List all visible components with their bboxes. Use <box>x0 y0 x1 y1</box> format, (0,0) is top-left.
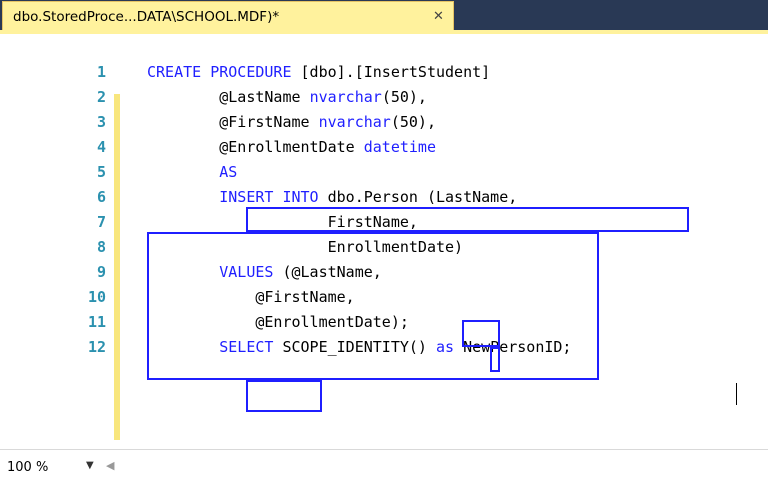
sql-keyword: AS <box>219 163 238 181</box>
line-number: 11 <box>87 313 106 331</box>
line-number: 8 <box>96 238 106 256</box>
line-number: 3 <box>96 113 106 131</box>
line-number: 10 <box>87 288 106 306</box>
line-number: 12 <box>87 338 106 356</box>
code-token: [dbo].[InsertStudent] <box>291 63 491 81</box>
highlight-select-keyword <box>246 380 322 412</box>
code-line[interactable]: AS <box>147 160 237 185</box>
line-number: 2 <box>96 88 106 106</box>
highlight-close-paren <box>490 347 500 372</box>
line-number: 6 <box>96 188 106 206</box>
change-tracking-bar <box>114 94 120 440</box>
document-tab[interactable]: dbo.StoredProce...DATA\SCHOOL.MDF)* ✕ <box>2 1 454 30</box>
sql-keyword: nvarchar <box>309 88 382 106</box>
code-token: @LastName <box>147 88 310 106</box>
code-line[interactable]: @EnrollmentDate datetime <box>147 135 436 160</box>
code-token: @FirstName <box>147 113 319 131</box>
code-token: dbo.Person (LastName, <box>318 188 518 206</box>
tab-title: dbo.StoredProce...DATA\SCHOOL.MDF)* <box>13 9 280 25</box>
highlight-values-mid <box>462 320 500 347</box>
editor-status-bar: 100 % ▼ ◀ <box>0 449 768 485</box>
sql-keyword: CREATE PROCEDURE <box>147 63 292 81</box>
scroll-left-icon[interactable]: ◀ <box>106 459 114 472</box>
highlight-insert-values-region <box>147 232 599 380</box>
line-number: 5 <box>96 163 106 181</box>
line-number: 7 <box>96 213 106 231</box>
code-line[interactable]: @LastName nvarchar(50), <box>147 85 427 110</box>
line-number: 9 <box>96 263 106 281</box>
code-token: (50), <box>381 88 427 106</box>
document-tab-strip: dbo.StoredProce...DATA\SCHOOL.MDF)* ✕ <box>0 0 768 30</box>
sql-keyword: INSERT INTO <box>219 188 319 206</box>
editor-window: dbo.StoredProce...DATA\SCHOOL.MDF)* ✕ 12… <box>0 0 768 485</box>
code-token: (50), <box>390 113 436 131</box>
close-icon[interactable]: ✕ <box>433 9 444 24</box>
line-number: 4 <box>96 138 106 156</box>
highlight-insert-column-list <box>246 207 689 232</box>
code-line[interactable]: @FirstName nvarchar(50), <box>147 110 436 135</box>
line-number: 1 <box>96 63 106 81</box>
code-editor[interactable]: 1 2 3 4 5 6 7 8 9 10 11 12 CREATE PROCEDURE [dbo].[… <box>0 34 768 449</box>
chevron-down-icon[interactable]: ▼ <box>86 460 94 471</box>
text-caret <box>736 383 737 405</box>
sql-keyword: datetime <box>363 138 436 156</box>
code-line[interactable]: CREATE PROCEDURE [dbo].[InsertStudent] <box>147 60 490 85</box>
code-token: @EnrollmentDate <box>147 138 364 156</box>
zoom-level[interactable]: 100 % <box>7 460 48 475</box>
sql-keyword: nvarchar <box>318 113 391 131</box>
